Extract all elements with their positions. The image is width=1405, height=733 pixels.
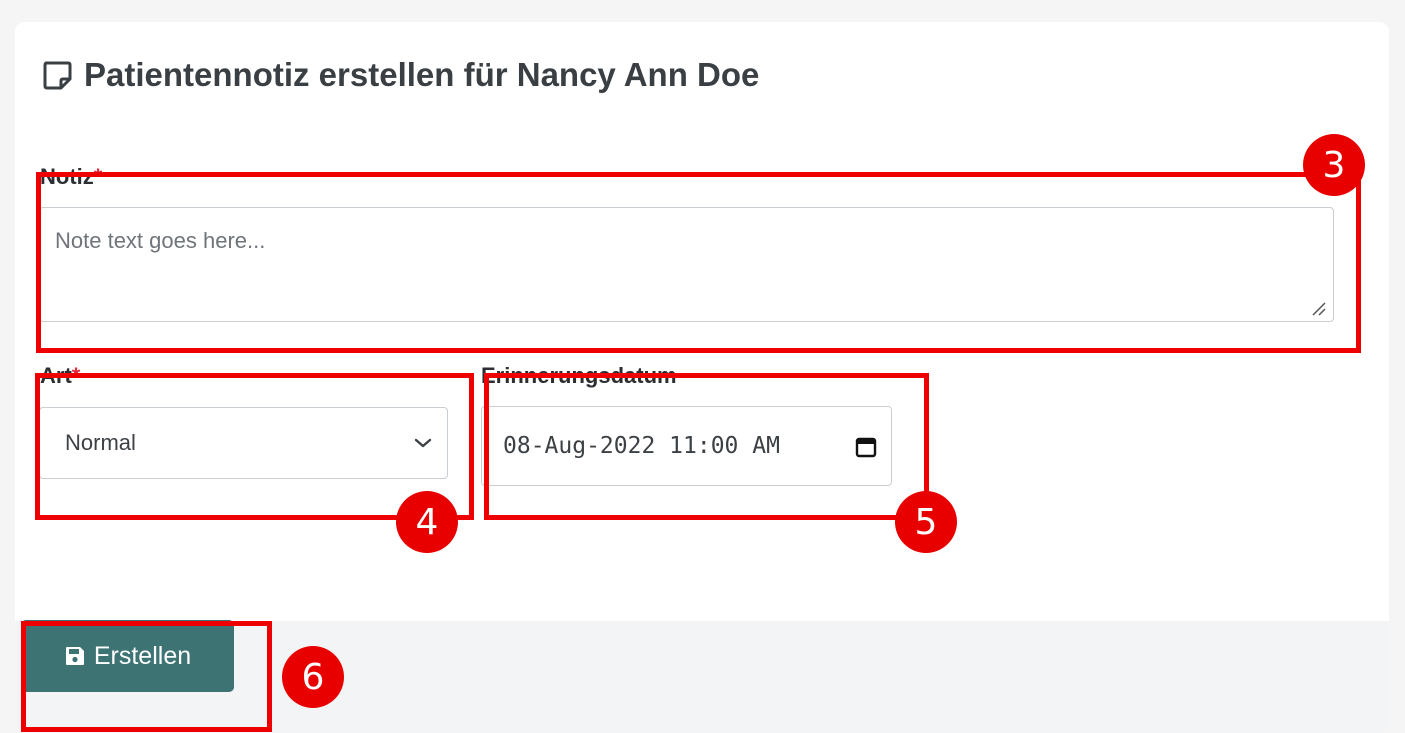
annotation-badge-type: 4 [396, 491, 458, 553]
sticky-note-icon [42, 60, 72, 90]
annotation-badge-reminder: 5 [895, 491, 957, 553]
annotation-badge-note: 3 [1303, 134, 1365, 196]
annotation-frame-note [36, 172, 1361, 353]
annotation-badge-save: 6 [282, 646, 344, 708]
annotation-frame-reminder [484, 373, 929, 520]
annotation-frame-save [21, 621, 272, 732]
page-title: Patientennotiz erstellen für Nancy Ann D… [42, 56, 759, 94]
page-title-text: Patientennotiz erstellen für Nancy Ann D… [84, 56, 760, 93]
